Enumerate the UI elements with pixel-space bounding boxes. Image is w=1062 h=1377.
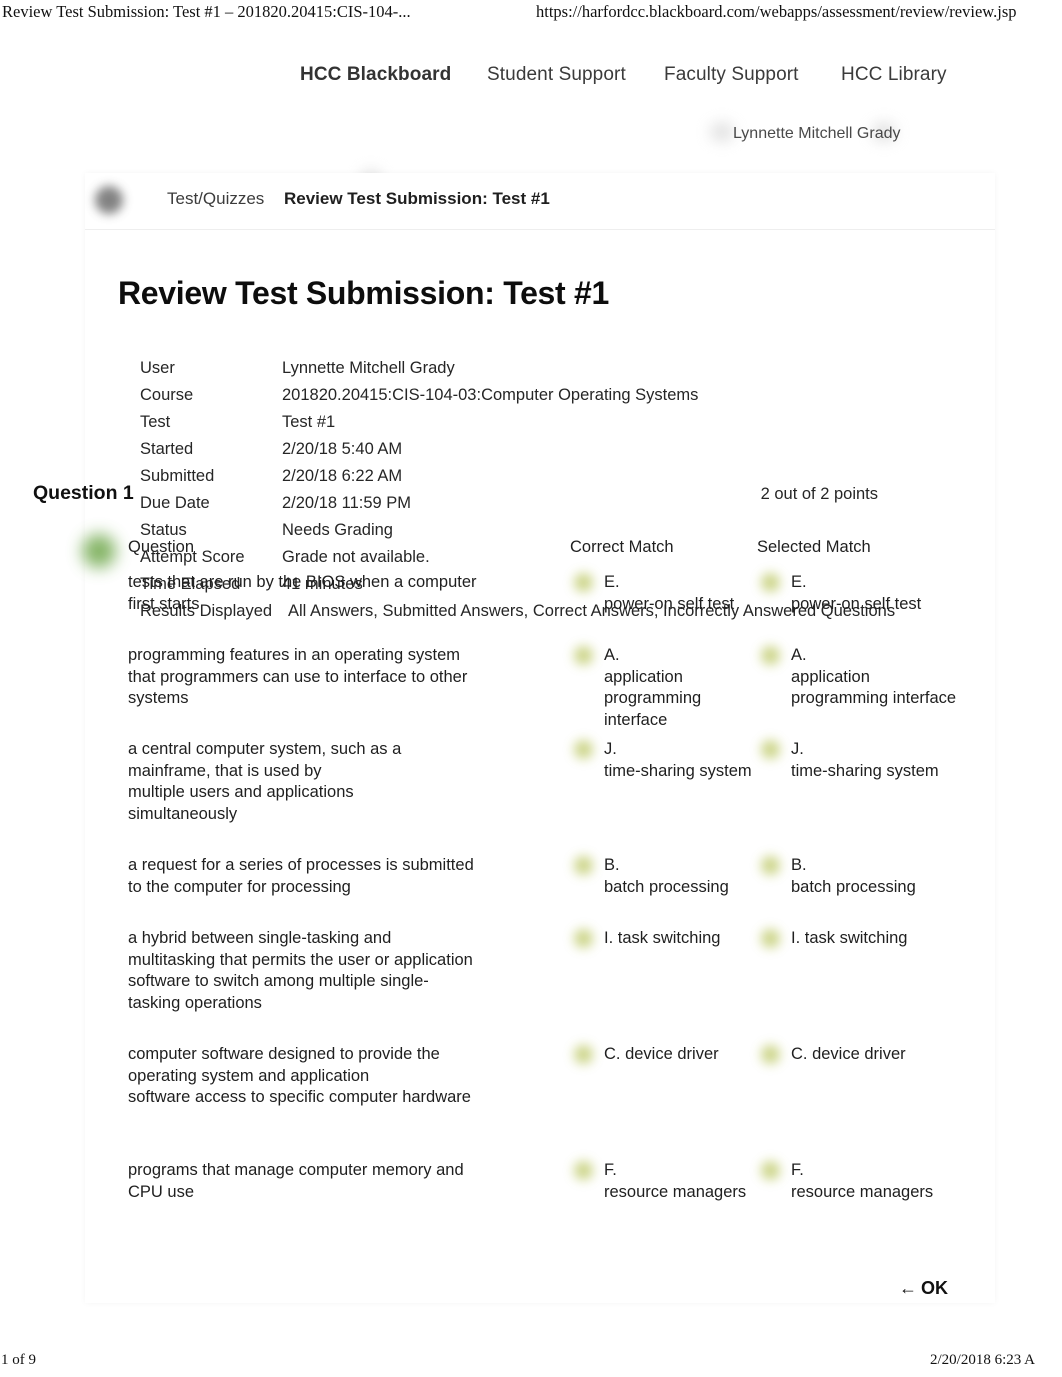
match-correct-answer: F. resource managers	[570, 1160, 756, 1203]
match-correct-answer: E. power-on self test	[570, 572, 756, 615]
print-header: Review Test Submission: Test #1 – 201820…	[0, 0, 1062, 26]
matching-answer-table: Question Correct Match Selected Match te…	[128, 538, 956, 1233]
table-row: tests that are run by the BIOS when a co…	[128, 572, 921, 630]
table-row: programming features in an operating sys…	[128, 645, 956, 729]
match-selected-answer: J. time-sharing system	[757, 739, 957, 782]
table-row: a hybrid between single-tasking and mult…	[128, 928, 907, 1029]
table-row: a central computer system, such as a mai…	[128, 739, 939, 840]
question-points: 2 out of 2 points	[760, 485, 878, 503]
answer-marker-icon	[574, 646, 593, 665]
summary-row-user: User Lynnette Mitchell Grady	[140, 359, 970, 386]
match-selected-answer-text: A. application programming interface	[791, 646, 957, 707]
answer-marker-icon	[761, 646, 780, 665]
arrow-left-icon: ←	[899, 1278, 917, 1298]
nav-item-hcc-library[interactable]: HCC Library	[841, 64, 947, 86]
match-correct-answer-text: E. power-on self test	[604, 573, 735, 613]
match-question-text: a hybrid between single-tasking and mult…	[128, 929, 473, 1012]
answer-marker-icon	[761, 740, 780, 759]
print-header-url: https://harfordcc.blackboard.com/webapps…	[536, 2, 1017, 21]
print-header-title: Review Test Submission: Test #1 – 201820…	[2, 2, 411, 21]
ok-button[interactable]: ← OK	[899, 1278, 948, 1299]
match-correct-answer: B. batch processing	[570, 855, 756, 898]
match-selected-answer-text: F. resource managers	[791, 1161, 934, 1201]
table-row: programs that manage computer memory and…	[128, 1160, 933, 1218]
answer-marker-icon	[761, 929, 780, 948]
match-selected-answer: I. task switching	[757, 928, 957, 950]
question-header: Question 1 2 out of 2 points	[33, 482, 878, 508]
answer-marker-icon	[574, 573, 593, 592]
correct-answer-icon	[82, 534, 116, 568]
summary-value: 201820.20415:CIS-104-03:Computer Operati…	[282, 386, 699, 404]
matching-table-header: Question Correct Match Selected Match	[128, 538, 888, 572]
column-header-correct-match: Correct Match	[570, 538, 674, 556]
summary-label: User	[140, 359, 175, 377]
nav-item-hcc-blackboard[interactable]: HCC Blackboard	[300, 64, 451, 86]
summary-label: Test	[140, 413, 171, 431]
summary-row-test: Test Test #1	[140, 413, 970, 440]
match-selected-answer-text: E. power-on self test	[791, 573, 922, 613]
home-icon[interactable]	[95, 186, 123, 214]
answer-marker-icon	[574, 740, 593, 759]
match-selected-answer: C. device driver	[757, 1044, 957, 1066]
match-question-text: computer software designed to provide th…	[128, 1045, 471, 1106]
summary-value: Test #1	[282, 413, 336, 431]
answer-marker-icon	[574, 929, 593, 948]
match-selected-answer: B. batch processing	[757, 855, 957, 898]
answer-marker-icon	[761, 856, 780, 875]
top-navigation: HCC Blackboard Student Support Faculty S…	[0, 64, 1062, 188]
match-correct-answer: I. task switching	[570, 928, 756, 950]
summary-value: Lynnette Mitchell Grady	[282, 359, 455, 377]
summary-row-course: Course 201820.20415:CIS-104-03:Computer …	[140, 386, 970, 413]
answer-marker-icon	[761, 1161, 780, 1180]
user-name-label[interactable]: Lynnette Mitchell Grady	[733, 125, 900, 143]
match-correct-answer: C. device driver	[570, 1044, 756, 1066]
match-correct-answer-text: B. batch processing	[604, 856, 729, 896]
match-question-text: programming features in an operating sys…	[128, 646, 468, 707]
column-header-question: Question	[128, 538, 195, 556]
breadcrumb: Test/Quizzes Review Test Submission: Tes…	[85, 173, 995, 230]
match-correct-answer: J. time-sharing system	[570, 739, 756, 782]
page-number: 1 of 9	[1, 1352, 36, 1368]
summary-row-started: Started 2/20/18 5:40 AM	[140, 440, 970, 467]
nav-decorative-blob-1	[710, 122, 734, 142]
breadcrumb-current: Review Test Submission: Test #1	[284, 189, 550, 208]
summary-value: 2/20/18 5:40 AM	[282, 440, 403, 458]
table-row: a request for a series of processes is s…	[128, 855, 916, 913]
match-correct-answer-text: J. time-sharing system	[604, 740, 752, 780]
match-selected-answer: F. resource managers	[757, 1160, 957, 1203]
match-selected-answer: A. application programming interface	[757, 645, 957, 710]
answer-marker-icon	[574, 1045, 593, 1064]
match-selected-answer-text: J. time-sharing system	[791, 740, 939, 780]
page-title: Review Test Submission: Test #1	[118, 275, 609, 312]
match-correct-answer-text: A. application programming interface	[604, 646, 702, 729]
match-correct-answer-text: F. resource managers	[604, 1161, 747, 1201]
breadcrumb-item-test-quizzes[interactable]: Test/Quizzes	[167, 189, 264, 209]
column-header-selected-match: Selected Match	[757, 538, 871, 556]
match-question-text: tests that are run by the BIOS when a co…	[128, 573, 477, 613]
answer-marker-icon	[761, 1045, 780, 1064]
nav-item-student-support[interactable]: Student Support	[487, 64, 626, 86]
answer-marker-icon	[574, 1161, 593, 1180]
question-number-label: Question 1	[33, 482, 134, 504]
nav-item-faculty-support[interactable]: Faculty Support	[664, 64, 799, 86]
answer-marker-icon	[574, 856, 593, 875]
match-question-text: programs that manage computer memory and…	[128, 1161, 464, 1201]
match-selected-answer-text: B. batch processing	[791, 856, 916, 896]
summary-label: Course	[140, 386, 194, 404]
print-timestamp: 2/20/2018 6:23 A	[930, 1352, 1036, 1368]
answer-marker-icon	[761, 573, 780, 592]
match-question-text: a request for a series of processes is s…	[128, 856, 474, 896]
match-selected-answer: E. power-on self test	[757, 572, 957, 615]
ok-button-label: OK	[921, 1278, 948, 1298]
match-question-text: a central computer system, such as a mai…	[128, 740, 402, 823]
table-row: computer software designed to provide th…	[128, 1044, 906, 1145]
summary-label: Started	[140, 440, 194, 458]
match-correct-answer: A. application programming interface	[570, 645, 756, 731]
